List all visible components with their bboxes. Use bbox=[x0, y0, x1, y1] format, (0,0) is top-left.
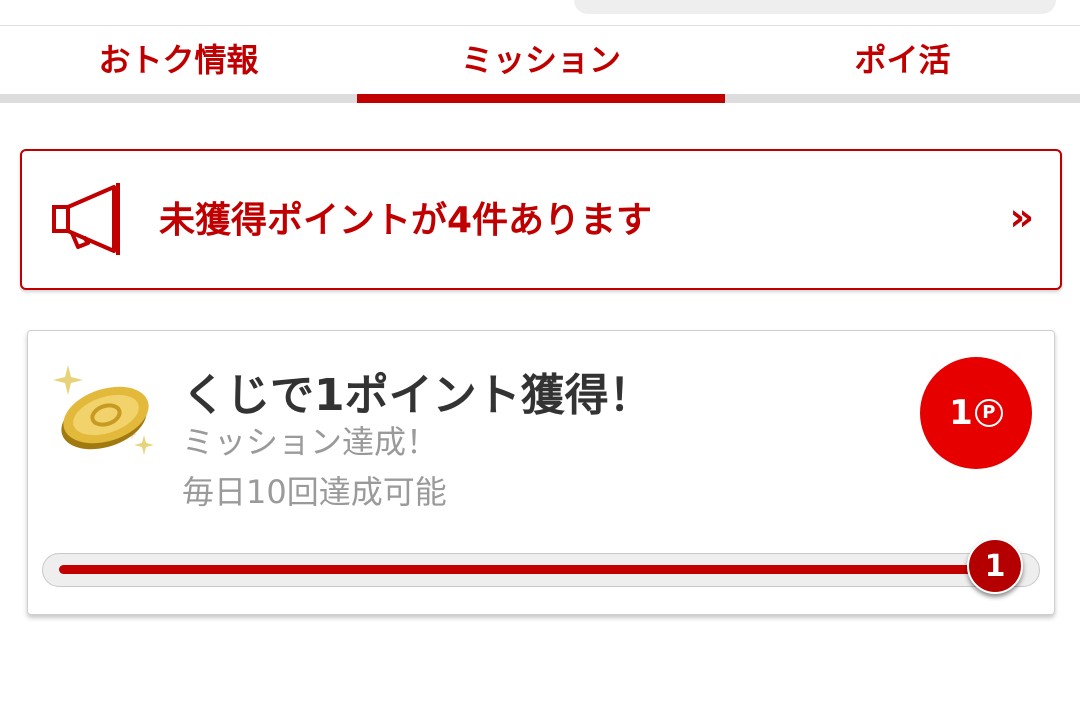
tab-deals-label: おトク情報 bbox=[98, 41, 259, 79]
progress-knob: 1 bbox=[967, 538, 1023, 594]
tab-missions-label: ミッション bbox=[460, 41, 621, 79]
point-mark-icon: P bbox=[974, 399, 1003, 427]
megaphone-icon bbox=[52, 183, 120, 255]
tab-deals[interactable]: おトク情報 bbox=[0, 26, 357, 103]
progress-track: 1 bbox=[42, 538, 1040, 594]
search-bar-edge[interactable] bbox=[574, 0, 1056, 14]
mission-title: くじで1ポイント獲得！ bbox=[182, 370, 653, 421]
double-chevron-right-icon: » bbox=[1009, 195, 1034, 239]
gold-coin-icon bbox=[53, 365, 154, 455]
tab-point-activity-label: ポイ活 bbox=[854, 41, 951, 79]
reward-points-badge: 1 P bbox=[920, 357, 1032, 469]
tab-missions[interactable]: ミッション bbox=[357, 26, 725, 103]
mission-status: ミッション達成！ bbox=[182, 423, 439, 461]
mission-card[interactable]: くじで1ポイント獲得！ ミッション達成！ 毎日10回達成可能 1 P 1 bbox=[27, 330, 1055, 615]
unclaimed-points-banner[interactable]: 未獲得ポイントが4件あります » bbox=[20, 149, 1062, 290]
progress-fill bbox=[59, 565, 999, 574]
unclaimed-points-text: 未獲得ポイントが4件あります bbox=[159, 200, 653, 241]
tab-point-activity[interactable]: ポイ活 bbox=[725, 26, 1080, 103]
reward-points-value: 1 bbox=[949, 393, 973, 433]
tab-bar: おトク情報 ミッション ポイ活 bbox=[0, 26, 1080, 103]
mission-limit: 毎日10回達成可能 bbox=[182, 473, 447, 511]
